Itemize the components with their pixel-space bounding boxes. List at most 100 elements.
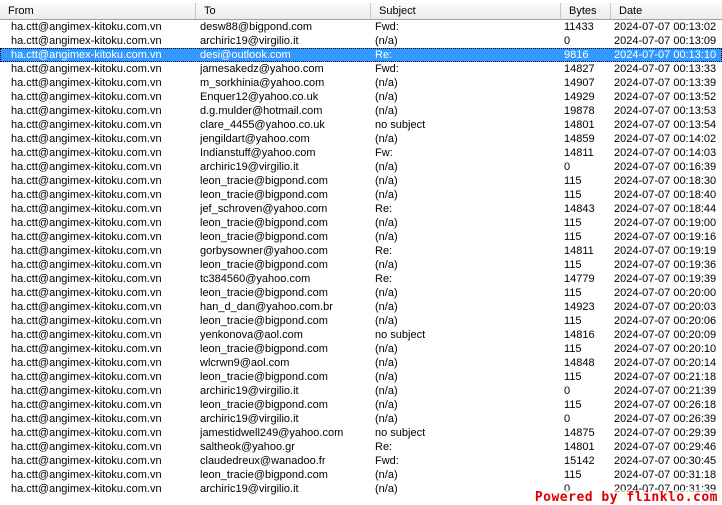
table-row[interactable]: ha.ctt@angimex-kitoku.com.vn archiric19@v…: [0, 160, 722, 174]
cell-bytes: 14848: [564, 357, 595, 369]
cell-from: ha.ctt@angimex-kitoku.com.vn: [11, 427, 162, 439]
cell-to: d.g.mulder@hotmail.com: [200, 105, 323, 117]
cell-date: 2024-07-07 00:13:09: [614, 35, 717, 47]
table-row[interactable]: ha.ctt@angimex-kitoku.com.vn leon_tracie@…: [0, 286, 722, 300]
cell-from: ha.ctt@angimex-kitoku.com.vn: [11, 91, 162, 103]
cell-bytes: 115: [564, 217, 582, 229]
cell-from: ha.ctt@angimex-kitoku.com.vn: [11, 35, 162, 47]
table-row[interactable]: ha.ctt@angimex-kitoku.com.vn leon_tracie@…: [0, 174, 722, 188]
cell-bytes: 9816: [564, 49, 589, 61]
cell-to: han_d_dan@yahoo.com.br: [200, 301, 333, 313]
cell-to: jef_schroven@yahoo.com: [200, 203, 328, 215]
cell-date: 2024-07-07 00:19:36: [614, 259, 717, 271]
table-row[interactable]: ha.ctt@angimex-kitoku.com.vn archiric19@v…: [0, 34, 722, 48]
cell-to: desi@outlook.com: [200, 49, 291, 61]
table-row[interactable]: ha.ctt@angimex-kitoku.com.vn wlcrwn9@aol.…: [0, 356, 722, 370]
cell-bytes: 115: [564, 343, 582, 355]
table-row[interactable]: ha.ctt@angimex-kitoku.com.vn leon_tracie@…: [0, 258, 722, 272]
cell-to: jamesakedz@yahoo.com: [200, 63, 324, 75]
table-row[interactable]: ha.ctt@angimex-kitoku.com.vn desi@outlook…: [0, 48, 722, 62]
cell-bytes: 0: [564, 161, 571, 173]
table-row[interactable]: ha.ctt@angimex-kitoku.com.vn archiric19@v…: [0, 412, 722, 426]
cell-date: 2024-07-07 00:18:44: [614, 203, 717, 215]
cell-subject: Re:: [375, 203, 393, 215]
table-row[interactable]: ha.ctt@angimex-kitoku.com.vn han_d_dan@ya…: [0, 300, 722, 314]
table-row[interactable]: ha.ctt@angimex-kitoku.com.vn yenkonova@ao…: [0, 328, 722, 342]
table-row[interactable]: ha.ctt@angimex-kitoku.com.vn jengildart@y…: [0, 132, 722, 146]
table-row[interactable]: ha.ctt@angimex-kitoku.com.vn leon_tracie@…: [0, 216, 722, 230]
cell-from: ha.ctt@angimex-kitoku.com.vn: [11, 63, 162, 75]
cell-to: leon_tracie@bigpond.com: [200, 231, 328, 243]
cell-from: ha.ctt@angimex-kitoku.com.vn: [11, 441, 162, 453]
cell-bytes: 14801: [564, 441, 595, 453]
cell-date: 2024-07-07 00:29:39: [614, 427, 717, 439]
column-header-subject[interactable]: Subject: [371, 3, 561, 19]
column-header-date[interactable]: Date: [611, 3, 722, 19]
table-row[interactable]: ha.ctt@angimex-kitoku.com.vn leon_tracie@…: [0, 468, 722, 482]
table-row[interactable]: ha.ctt@angimex-kitoku.com.vn leon_tracie@…: [0, 342, 722, 356]
cell-to: Enquer12@yahoo.co.uk: [200, 91, 319, 103]
cell-subject: (n/a): [375, 371, 398, 383]
cell-date: 2024-07-07 00:20:06: [614, 315, 717, 327]
cell-date: 2024-07-07 00:19:39: [614, 273, 717, 285]
cell-to: clare_4455@yahoo.co.uk: [200, 119, 325, 131]
cell-date: 2024-07-07 00:26:39: [614, 413, 717, 425]
table-row[interactable]: ha.ctt@angimex-kitoku.com.vn leon_tracie@…: [0, 230, 722, 244]
table-row[interactable]: ha.ctt@angimex-kitoku.com.vn jef_schroven…: [0, 202, 722, 216]
cell-to: leon_tracie@bigpond.com: [200, 217, 328, 229]
table-row[interactable]: ha.ctt@angimex-kitoku.com.vn saltheok@yah…: [0, 440, 722, 454]
cell-from: ha.ctt@angimex-kitoku.com.vn: [11, 203, 162, 215]
cell-from: ha.ctt@angimex-kitoku.com.vn: [11, 315, 162, 327]
table-row[interactable]: ha.ctt@angimex-kitoku.com.vn gorbysowner@…: [0, 244, 722, 258]
table-row[interactable]: ha.ctt@angimex-kitoku.com.vn tc384560@yah…: [0, 272, 722, 286]
table-row[interactable]: ha.ctt@angimex-kitoku.com.vn leon_tracie@…: [0, 398, 722, 412]
cell-to: leon_tracie@bigpond.com: [200, 189, 328, 201]
cell-from: ha.ctt@angimex-kitoku.com.vn: [11, 273, 162, 285]
cell-from: ha.ctt@angimex-kitoku.com.vn: [11, 133, 162, 145]
cell-bytes: 14779: [564, 273, 595, 285]
cell-to: gorbysowner@yahoo.com: [200, 245, 328, 257]
cell-bytes: 19878: [564, 105, 595, 117]
table-row[interactable]: ha.ctt@angimex-kitoku.com.vn jamestidwell…: [0, 426, 722, 440]
cell-from: ha.ctt@angimex-kitoku.com.vn: [11, 469, 162, 481]
cell-to: leon_tracie@bigpond.com: [200, 399, 328, 411]
cell-date: 2024-07-07 00:16:39: [614, 161, 717, 173]
cell-from: ha.ctt@angimex-kitoku.com.vn: [11, 259, 162, 271]
cell-from: ha.ctt@angimex-kitoku.com.vn: [11, 77, 162, 89]
table-row[interactable]: ha.ctt@angimex-kitoku.com.vn leon_tracie@…: [0, 314, 722, 328]
column-header-to[interactable]: To: [196, 3, 371, 19]
table-row[interactable]: ha.ctt@angimex-kitoku.com.vn Indianstuff@…: [0, 146, 722, 160]
cell-bytes: 14827: [564, 63, 595, 75]
cell-subject: (n/a): [375, 385, 398, 397]
cell-date: 2024-07-07 00:14:03: [614, 147, 717, 159]
cell-subject: Fwd:: [375, 63, 399, 75]
column-header-bytes[interactable]: Bytes: [561, 3, 611, 19]
cell-bytes: 14875: [564, 427, 595, 439]
cell-subject: Re:: [375, 245, 393, 257]
cell-bytes: 0: [564, 413, 571, 425]
cell-to: saltheok@yahoo.gr: [200, 441, 295, 453]
cell-from: ha.ctt@angimex-kitoku.com.vn: [11, 371, 162, 383]
table-row[interactable]: ha.ctt@angimex-kitoku.com.vn claudedreux@…: [0, 454, 722, 468]
table-row[interactable]: ha.ctt@angimex-kitoku.com.vn m_sorkhinia@…: [0, 76, 722, 90]
cell-bytes: 115: [564, 189, 582, 201]
table-row[interactable]: ha.ctt@angimex-kitoku.com.vn d.g.mulder@h…: [0, 104, 722, 118]
table-row[interactable]: ha.ctt@angimex-kitoku.com.vn archiric19@v…: [0, 384, 722, 398]
cell-to: archiric19@virgilio.it: [200, 35, 299, 47]
cell-date: 2024-07-07 00:13:10: [614, 49, 717, 61]
cell-to: Indianstuff@yahoo.com: [200, 147, 316, 159]
cell-from: ha.ctt@angimex-kitoku.com.vn: [11, 147, 162, 159]
cell-subject: (n/a): [375, 343, 398, 355]
cell-to: desw88@bigpond.com: [200, 21, 313, 33]
table-row[interactable]: ha.ctt@angimex-kitoku.com.vn desw88@bigpo…: [0, 20, 722, 34]
cell-subject: (n/a): [375, 35, 398, 47]
table-row[interactable]: ha.ctt@angimex-kitoku.com.vn Enquer12@yah…: [0, 90, 722, 104]
table-row[interactable]: ha.ctt@angimex-kitoku.com.vn clare_4455@y…: [0, 118, 722, 132]
cell-subject: (n/a): [375, 315, 398, 327]
table-row[interactable]: ha.ctt@angimex-kitoku.com.vn leon_tracie@…: [0, 188, 722, 202]
cell-bytes: 115: [564, 231, 582, 243]
table-row[interactable]: ha.ctt@angimex-kitoku.com.vn jamesakedz@y…: [0, 62, 722, 76]
column-header-from[interactable]: From: [0, 3, 196, 19]
cell-to: leon_tracie@bigpond.com: [200, 371, 328, 383]
table-row[interactable]: ha.ctt@angimex-kitoku.com.vn leon_tracie@…: [0, 370, 722, 384]
